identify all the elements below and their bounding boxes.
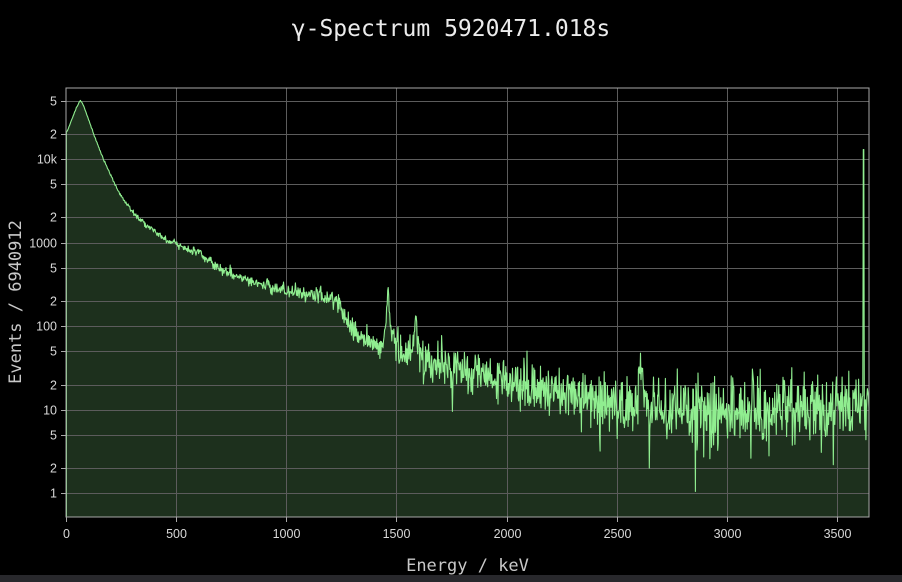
y-tick-label: 2 [50, 462, 57, 476]
y-tick-label: 1 [50, 487, 57, 501]
spectrum-plot: 1 2 5 10 2 5 100 2 5 1000 2 5 10k 2 5 0 500 1000 1500 2000 2… [0, 0, 902, 582]
y-tick-label: 2 [50, 379, 57, 393]
spectrum-window: γ-Spectrum 5920471.018s 1251025100251000… [0, 0, 902, 582]
y-tick-label: 2 [50, 211, 57, 225]
x-tick-label: 1500 [383, 527, 411, 541]
y-tick-label: 5 [50, 178, 57, 192]
y-tick-label: 5 [50, 345, 57, 359]
y-axis-label: Events / 6940912 [6, 220, 26, 384]
x-tick-label: 3500 [824, 527, 852, 541]
y-tick-label: 2 [50, 128, 57, 142]
x-tick-label: 2000 [494, 527, 522, 541]
y-tick-label: 100 [36, 320, 57, 334]
x-tick-label: 0 [63, 527, 70, 541]
y-tick-label: 2 [50, 295, 57, 309]
x-tick-label: 3000 [714, 527, 742, 541]
bottom-edge-bar [0, 575, 902, 582]
x-tick-label: 1000 [273, 527, 301, 541]
x-axis-label: Energy / keV [66, 556, 869, 576]
y-tick-label: 5 [50, 95, 57, 109]
y-tick-label: 10k [37, 153, 58, 167]
y-tick-label: 1000 [29, 237, 57, 251]
y-tick-label: 5 [50, 262, 57, 276]
spectrum-fill [66, 100, 869, 517]
y-tick-label: 5 [50, 429, 57, 443]
x-tick-label: 500 [166, 527, 187, 541]
y-tick-label: 10 [43, 404, 57, 418]
x-tick-label: 2500 [604, 527, 632, 541]
